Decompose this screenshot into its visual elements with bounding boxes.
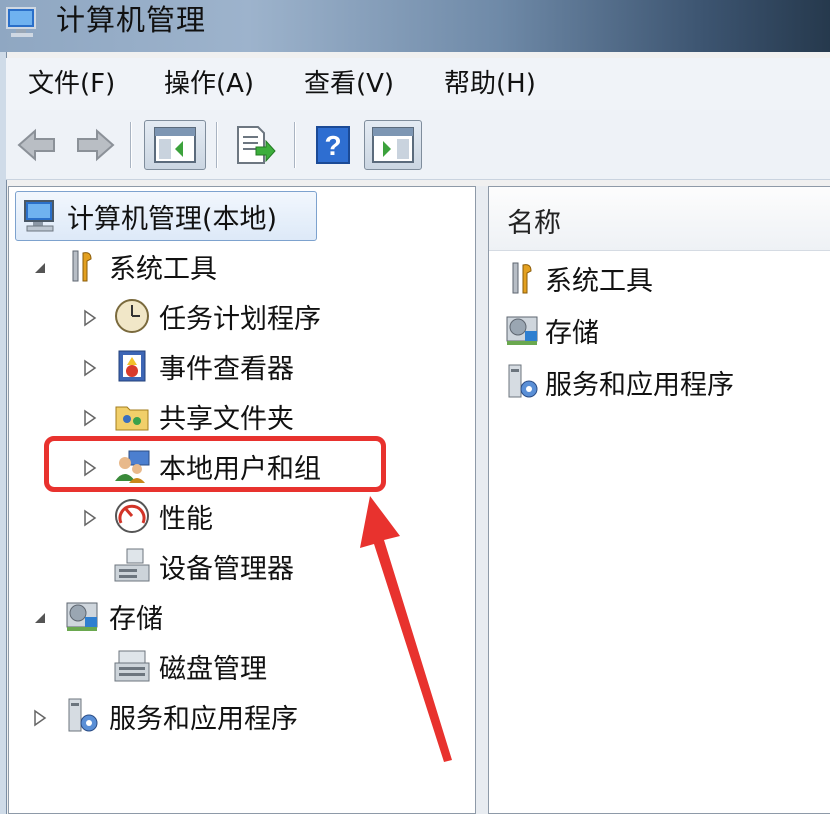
column-header-label: 名称 bbox=[507, 208, 561, 239]
event-viewer-icon bbox=[118, 350, 146, 382]
tree-item-storage[interactable]: 存储 bbox=[63, 593, 163, 639]
storage-icon bbox=[66, 602, 98, 631]
expanded-arrow-icon[interactable] bbox=[33, 261, 47, 275]
device-manager-icon bbox=[114, 548, 150, 582]
tree-item-label: 事件查看器 bbox=[159, 353, 294, 385]
tree-item-system-tools[interactable]: 系统工具 bbox=[63, 243, 217, 289]
svg-text:?: ? bbox=[324, 130, 341, 161]
show-hide-console-tree-icon bbox=[154, 127, 196, 163]
menu-view[interactable]: 查看(V) bbox=[304, 58, 394, 110]
forward-icon bbox=[77, 128, 115, 162]
list-item-label: 存储 bbox=[545, 317, 599, 349]
help-button[interactable]: ? bbox=[310, 120, 356, 170]
window-title: 计算机管理 bbox=[56, 3, 207, 37]
menu-action[interactable]: 操作(A) bbox=[164, 58, 254, 110]
list-item-services-apps[interactable]: 服务和应用程序 bbox=[503, 359, 734, 405]
tree-item-label: 计算机管理(本地) bbox=[67, 203, 278, 235]
tree-item-label: 磁盘管理 bbox=[159, 653, 267, 685]
back-icon bbox=[17, 128, 55, 162]
forward-button[interactable] bbox=[72, 120, 118, 170]
collapsed-arrow-icon[interactable] bbox=[83, 359, 97, 377]
tree-item-computer-management[interactable]: 计算机管理(本地) bbox=[21, 193, 277, 239]
help-icon: ? bbox=[316, 126, 350, 164]
show-hide-console-tree-button[interactable] bbox=[144, 120, 206, 170]
clock-icon bbox=[115, 299, 149, 333]
title-bar: 计算机管理 bbox=[0, 0, 830, 52]
collapsed-arrow-icon[interactable] bbox=[83, 509, 97, 527]
tree-item-label: 系统工具 bbox=[109, 253, 217, 285]
computer-management-icon bbox=[6, 7, 36, 37]
tools-icon bbox=[72, 250, 92, 282]
services-icon bbox=[508, 364, 538, 398]
menu-bar: 文件(F) 操作(A) 查看(V) 帮助(H) bbox=[6, 58, 830, 110]
show-hide-action-pane-button[interactable] bbox=[364, 120, 422, 170]
menu-file[interactable]: 文件(F) bbox=[28, 58, 115, 110]
list-item-label: 服务和应用程序 bbox=[545, 369, 734, 401]
disk-management-icon bbox=[114, 650, 150, 682]
collapsed-arrow-icon[interactable] bbox=[83, 309, 97, 327]
toolbar-separator bbox=[130, 122, 132, 168]
expanded-arrow-icon[interactable] bbox=[33, 611, 47, 625]
list-item-system-tools[interactable]: 系统工具 bbox=[503, 255, 653, 301]
pane-splitter[interactable] bbox=[476, 186, 488, 814]
list-item-label: 系统工具 bbox=[545, 265, 653, 297]
back-button[interactable] bbox=[14, 120, 60, 170]
details-list[interactable]: 名称 系统工具 存储 服务和应用程序 bbox=[488, 186, 830, 814]
computer-management-icon bbox=[24, 200, 54, 232]
tree-item-label: 服务和应用程序 bbox=[109, 703, 298, 735]
tree-item-task-scheduler[interactable]: 任务计划程序 bbox=[113, 293, 321, 339]
export-list-button[interactable] bbox=[228, 120, 282, 170]
toolbar-separator bbox=[294, 122, 296, 168]
tree-item-performance[interactable]: 性能 bbox=[113, 493, 213, 539]
tree-item-services-apps[interactable]: 服务和应用程序 bbox=[63, 693, 298, 739]
console-tree[interactable]: 计算机管理(本地) 系统工具 任务计划程序 事件查看器 共享文件夹 本地用户和组… bbox=[8, 186, 476, 814]
toolbar: ? bbox=[6, 110, 830, 180]
list-item-storage[interactable]: 存储 bbox=[503, 307, 599, 353]
tree-item-label: 共享文件夹 bbox=[159, 403, 294, 435]
highlight-box bbox=[44, 436, 386, 492]
tools-icon bbox=[512, 262, 532, 294]
toolbar-separator bbox=[216, 122, 218, 168]
tree-item-shared-folders[interactable]: 共享文件夹 bbox=[113, 393, 294, 439]
tree-item-label: 设备管理器 bbox=[159, 553, 294, 585]
services-icon bbox=[68, 698, 98, 732]
performance-gauge-icon bbox=[115, 499, 149, 533]
collapsed-arrow-icon[interactable] bbox=[83, 409, 97, 427]
export-list-icon bbox=[237, 126, 276, 164]
show-hide-action-pane-icon bbox=[372, 127, 414, 163]
tree-item-event-viewer[interactable]: 事件查看器 bbox=[113, 343, 294, 389]
tree-item-label: 性能 bbox=[159, 503, 213, 535]
tree-item-device-manager[interactable]: 设备管理器 bbox=[113, 543, 294, 589]
storage-icon bbox=[506, 316, 538, 345]
menu-help[interactable]: 帮助(H) bbox=[444, 58, 536, 110]
column-header-name[interactable]: 名称 bbox=[489, 187, 830, 251]
collapsed-arrow-icon[interactable] bbox=[33, 709, 47, 727]
tree-item-label: 任务计划程序 bbox=[159, 303, 321, 335]
tree-item-disk-management[interactable]: 磁盘管理 bbox=[113, 643, 267, 689]
shared-folder-icon bbox=[115, 406, 149, 431]
tree-item-label: 存储 bbox=[109, 603, 163, 635]
